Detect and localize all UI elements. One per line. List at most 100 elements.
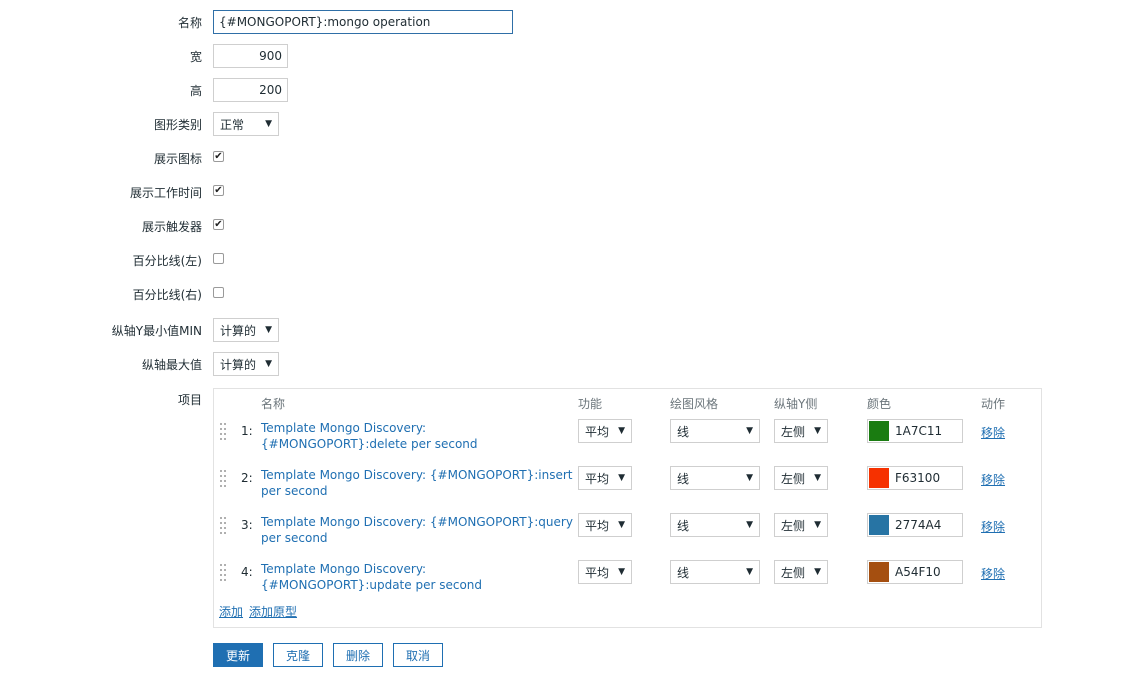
- delete-button[interactable]: 删除: [333, 643, 383, 667]
- dropdown-arrow-icon: ▼: [814, 567, 821, 577]
- width-input[interactable]: [213, 44, 288, 68]
- percentile-left-checkbox[interactable]: [213, 253, 224, 264]
- y-axis-select[interactable]: 左侧 ▼: [774, 419, 828, 443]
- show-triggers-checkbox[interactable]: ✔: [213, 219, 224, 230]
- item-name-link[interactable]: Template Mongo Discovery: {#MONGOPORT}:i…: [261, 467, 576, 499]
- function-value: 平均: [585, 518, 610, 533]
- color-swatch[interactable]: [869, 468, 889, 488]
- drag-handle-icon[interactable]: [220, 517, 226, 534]
- add-prototype-link[interactable]: 添加原型: [249, 603, 297, 620]
- y-axis-value: 左侧: [781, 424, 806, 439]
- graph-type-value: 正常: [220, 117, 245, 132]
- table-row: 1: Template Mongo Discovery: {#MONGOPORT…: [214, 419, 1043, 464]
- dropdown-arrow-icon: ▼: [265, 119, 272, 129]
- item-name-link[interactable]: Template Mongo Discovery: {#MONGOPORT}:q…: [261, 514, 576, 546]
- function-value: 平均: [585, 565, 610, 580]
- checkmark-icon: ✔: [214, 218, 223, 230]
- dropdown-arrow-icon: ▼: [265, 325, 272, 335]
- y-axis-value: 左侧: [781, 518, 806, 533]
- drag-handle-icon[interactable]: [220, 423, 226, 440]
- color-picker[interactable]: A54F10: [867, 560, 963, 584]
- header-color: 颜色: [867, 397, 892, 411]
- y-axis-select[interactable]: 左侧 ▼: [774, 560, 828, 584]
- item-name-link[interactable]: Template Mongo Discovery: {#MONGOPORT}:d…: [261, 420, 576, 452]
- header-draw-style: 绘图风格: [670, 397, 719, 411]
- clone-button[interactable]: 克隆: [273, 643, 323, 667]
- function-value: 平均: [585, 424, 610, 439]
- table-row: 2: Template Mongo Discovery: {#MONGOPORT…: [214, 466, 1043, 511]
- row-index: 3:: [241, 518, 253, 532]
- percentile-left-label: 百分比线(左): [132, 254, 202, 268]
- draw-style-select[interactable]: 线 ▼: [670, 419, 760, 443]
- y-axis-select[interactable]: 左侧 ▼: [774, 466, 828, 490]
- remove-link[interactable]: 移除: [981, 471, 1005, 488]
- name-input[interactable]: [213, 10, 513, 34]
- show-work-period-label: 展示工作时间: [129, 186, 202, 200]
- color-value: 2774A4: [895, 518, 942, 532]
- dropdown-arrow-icon: ▼: [746, 473, 753, 483]
- dropdown-arrow-icon: ▼: [746, 567, 753, 577]
- dropdown-arrow-icon: ▼: [618, 567, 625, 577]
- draw-style-select[interactable]: 线 ▼: [670, 513, 760, 537]
- drag-handle-icon[interactable]: [220, 564, 226, 581]
- color-picker[interactable]: 1A7C11: [867, 419, 963, 443]
- show-triggers-label: 展示触发器: [141, 220, 202, 234]
- draw-style-value: 线: [677, 565, 690, 580]
- y-axis-value: 左侧: [781, 471, 806, 486]
- ymax-select[interactable]: 计算的 ▼: [213, 352, 279, 376]
- table-row: 4: Template Mongo Discovery: {#MONGOPORT…: [214, 560, 1043, 605]
- item-name-link[interactable]: Template Mongo Discovery: {#MONGOPORT}:u…: [261, 561, 576, 593]
- draw-style-value: 线: [677, 518, 690, 533]
- dropdown-arrow-icon: ▼: [746, 520, 753, 530]
- show-work-period-row: 展示工作时间 ✔: [0, 180, 1129, 204]
- dropdown-arrow-icon: ▼: [814, 473, 821, 483]
- graph-type-select[interactable]: 正常 ▼: [213, 112, 279, 136]
- height-row: 高: [0, 78, 1129, 102]
- color-value: 1A7C11: [895, 424, 943, 438]
- ymax-row: 纵轴最大值 计算的 ▼: [0, 352, 1129, 376]
- color-swatch[interactable]: [869, 421, 889, 441]
- function-select[interactable]: 平均 ▼: [578, 466, 632, 490]
- update-button[interactable]: 更新: [213, 643, 263, 667]
- color-picker[interactable]: 2774A4: [867, 513, 963, 537]
- percentile-right-checkbox[interactable]: [213, 287, 224, 298]
- show-work-period-checkbox[interactable]: ✔: [213, 185, 224, 196]
- dropdown-arrow-icon: ▼: [814, 426, 821, 436]
- dropdown-arrow-icon: ▼: [618, 473, 625, 483]
- drag-handle-icon[interactable]: [220, 470, 226, 487]
- graph-type-label: 图形类别: [153, 118, 202, 132]
- function-select[interactable]: 平均 ▼: [578, 560, 632, 584]
- draw-style-select[interactable]: 线 ▼: [670, 466, 760, 490]
- height-input[interactable]: [213, 78, 288, 102]
- ymin-row: 纵轴Y最小值MIN 计算的 ▼: [0, 318, 1129, 342]
- remove-link[interactable]: 移除: [981, 424, 1005, 441]
- remove-link[interactable]: 移除: [981, 518, 1005, 535]
- dropdown-arrow-icon: ▼: [618, 426, 625, 436]
- ymax-value: 计算的: [220, 357, 257, 372]
- cancel-button[interactable]: 取消: [393, 643, 443, 667]
- items-label: 项目: [177, 393, 202, 407]
- color-swatch[interactable]: [869, 515, 889, 535]
- y-axis-value: 左侧: [781, 565, 806, 580]
- ymin-select[interactable]: 计算的 ▼: [213, 318, 279, 342]
- name-label: 名称: [177, 16, 202, 30]
- draw-style-value: 线: [677, 471, 690, 486]
- show-legend-label: 展示图标: [153, 152, 202, 166]
- add-item-link[interactable]: 添加: [219, 603, 243, 620]
- checkmark-icon: ✔: [214, 184, 223, 196]
- y-axis-select[interactable]: 左侧 ▼: [774, 513, 828, 537]
- function-select[interactable]: 平均 ▼: [578, 419, 632, 443]
- color-swatch[interactable]: [869, 562, 889, 582]
- name-row: 名称: [0, 10, 1129, 34]
- percentile-right-row: 百分比线(右): [0, 282, 1129, 306]
- header-y-axis: 纵轴Y侧: [774, 397, 818, 411]
- color-value: A54F10: [895, 565, 941, 579]
- color-picker[interactable]: F63100: [867, 466, 963, 490]
- color-value: F63100: [895, 471, 941, 485]
- remove-link[interactable]: 移除: [981, 565, 1005, 582]
- function-select[interactable]: 平均 ▼: [578, 513, 632, 537]
- function-value: 平均: [585, 471, 610, 486]
- show-legend-checkbox[interactable]: ✔: [213, 151, 224, 162]
- draw-style-select[interactable]: 线 ▼: [670, 560, 760, 584]
- table-row: 3: Template Mongo Discovery: {#MONGOPORT…: [214, 513, 1043, 558]
